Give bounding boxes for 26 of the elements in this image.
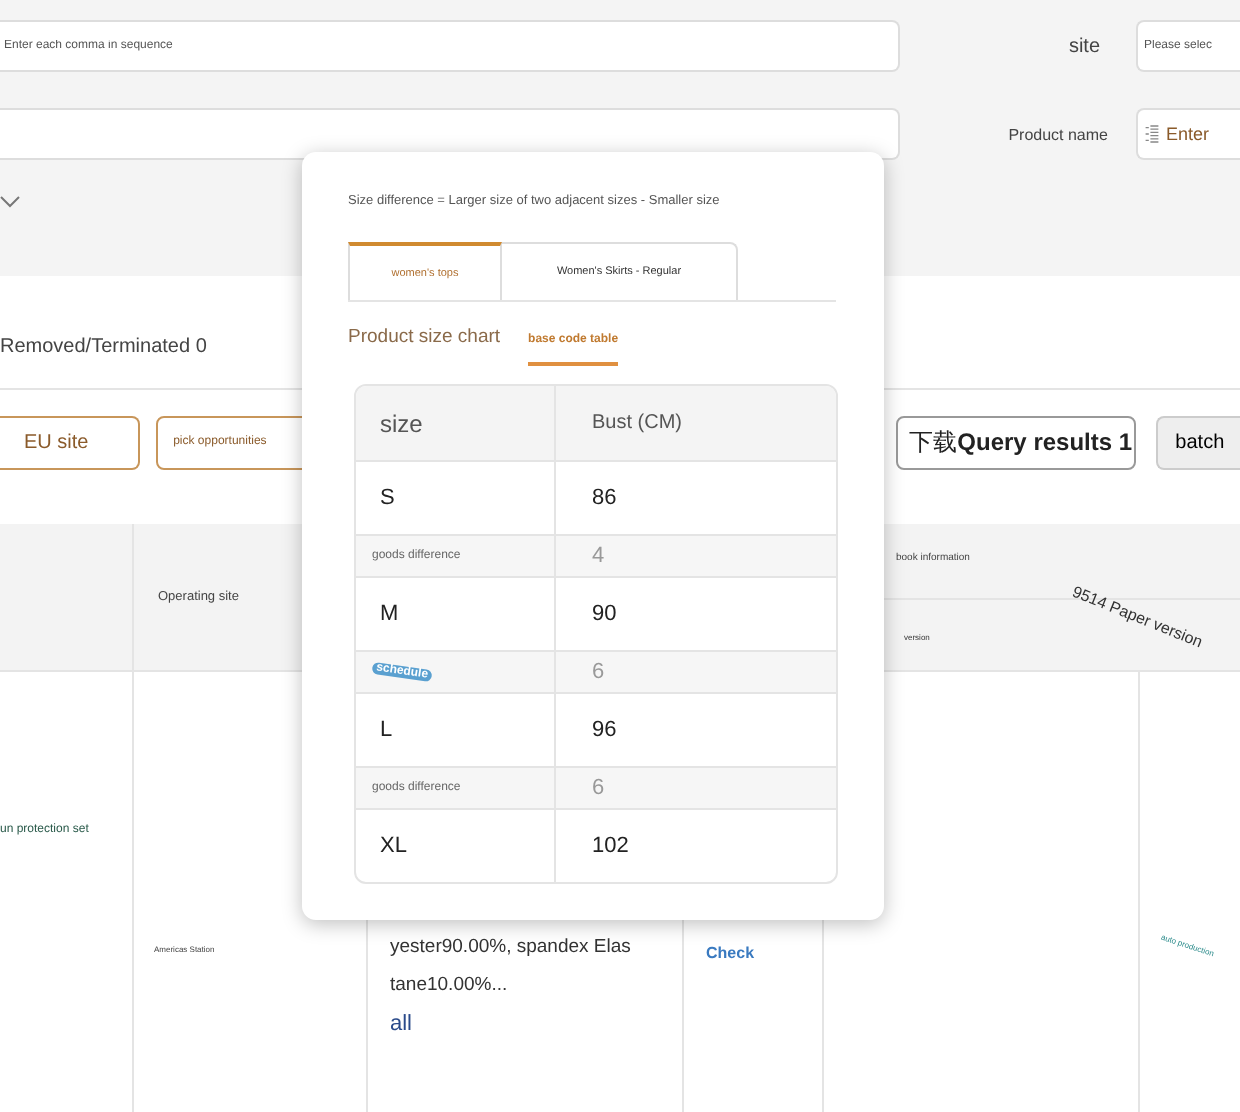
check-link[interactable]: Check [706, 944, 755, 962]
field-label: site [1066, 35, 1102, 57]
table-cell: M [380, 602, 399, 626]
tab[interactable]: Product size chart [348, 326, 501, 366]
table-cell-text: yester90.00%, spandex Elas tane10.00%... [390, 934, 633, 1000]
table-cell: 90 [592, 602, 617, 626]
table-cell: XL [380, 834, 407, 858]
action-button[interactable]: 下载Query results 1 [895, 415, 1136, 469]
column-header: size [356, 386, 556, 460]
table-cell: 4 [592, 544, 605, 568]
search-field[interactable] [0, 108, 900, 160]
table-cell: 86 [592, 486, 617, 510]
field-label: Product name [1006, 125, 1110, 143]
column-header: Bust (CM) [590, 410, 684, 438]
table-cell: L [380, 718, 393, 742]
table-cell: 96 [592, 718, 617, 742]
action-button[interactable]: batch [1155, 415, 1240, 469]
input-field[interactable]: Enter [1136, 108, 1240, 160]
chevron-down-icon[interactable] [0, 196, 20, 208]
more-link[interactable]: all [390, 1012, 413, 1036]
table-cell: S [380, 486, 395, 510]
table-cell: 6 [592, 776, 605, 800]
action-button[interactable]: EU site [0, 415, 140, 469]
column-header: 9514 Paper version [1069, 582, 1206, 652]
table-cell: 6 [592, 660, 605, 684]
table-cell: 102 [592, 834, 629, 858]
